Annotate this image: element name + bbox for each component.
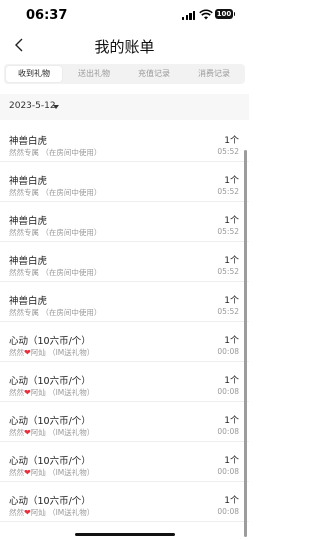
gift-name: 神兽白虎 xyxy=(9,216,48,227)
wifi-icon xyxy=(199,9,213,20)
gift-time: 05:52 xyxy=(217,147,239,156)
gift-time: 00:08 xyxy=(217,347,239,356)
list-item: 心动（10六币/个） 然然❤阿灿 （IM送礼物） 1个 00:08 xyxy=(0,442,249,482)
gift-time: 00:08 xyxy=(217,467,239,476)
gift-source: 然然专属 （在房间中使用） xyxy=(9,228,102,237)
heart-icon: ❤ xyxy=(24,508,31,517)
list-item: 神兽白虎 然然专属 （在房间中使用） 1个 05:52 xyxy=(0,162,249,202)
home-indicator xyxy=(75,533,175,536)
gift-source: 然然专属 （在房间中使用） xyxy=(9,308,102,317)
gift-time: 05:52 xyxy=(217,227,239,236)
gift-name: 心动（10六币/个） xyxy=(9,336,91,347)
gift-source: 然然❤阿灿 （IM送礼物） xyxy=(9,508,95,517)
tab-received-gifts[interactable]: 收到礼物 xyxy=(6,66,62,82)
gift-time: 05:52 xyxy=(217,267,239,276)
list-item: 心动（10六币/个） 然然❤阿灿 （IM送礼物） 1个 00:08 xyxy=(0,482,249,522)
status-bar: 06:37 100 xyxy=(0,0,249,30)
gift-time: 00:08 xyxy=(217,507,239,516)
list-item: 神兽白虎 然然专属 （在房间中使用） 1个 05:52 xyxy=(0,122,249,162)
gift-quantity: 1个 xyxy=(224,496,239,506)
list-item: 心动（10六币/个） 然然❤阿灿 （IM送礼物） 1个 00:08 xyxy=(0,362,249,402)
tab-sent-gifts[interactable]: 送出礼物 xyxy=(66,66,122,82)
records-list: 神兽白虎 然然专属 （在房间中使用） 1个 05:52 神兽白虎 然然专属 （在… xyxy=(0,122,249,522)
gift-quantity: 1个 xyxy=(224,176,239,186)
heart-icon: ❤ xyxy=(24,428,31,437)
gift-quantity: 1个 xyxy=(224,216,239,226)
gift-name: 神兽白虎 xyxy=(9,296,48,307)
cellular-signal-icon xyxy=(182,11,196,20)
list-item: 神兽白虎 然然专属 （在房间中使用） 1个 05:52 xyxy=(0,242,249,282)
battery-icon: 100 xyxy=(215,9,235,19)
gift-name: 心动（10六币/个） xyxy=(9,416,91,427)
gift-quantity: 1个 xyxy=(224,376,239,386)
status-time: 06:37 xyxy=(26,8,68,23)
heart-icon: ❤ xyxy=(24,468,31,477)
gift-source: 然然专属 （在房间中使用） xyxy=(9,268,102,277)
gift-time: 00:08 xyxy=(217,427,239,436)
list-item: 心动（10六币/个） 然然❤阿灿 （IM送礼物） 1个 00:08 xyxy=(0,322,249,362)
gift-name: 神兽白虎 xyxy=(9,176,48,187)
tab-recharge-records[interactable]: 充值记录 xyxy=(126,66,182,82)
gift-quantity: 1个 xyxy=(224,296,239,306)
gift-name: 神兽白虎 xyxy=(9,136,48,147)
scrollbar[interactable] xyxy=(244,150,247,537)
gift-time: 05:52 xyxy=(217,187,239,196)
gift-name: 心动（10六币/个） xyxy=(9,496,91,507)
gift-source: 然然❤阿灿 （IM送礼物） xyxy=(9,468,95,477)
gift-name: 心动（10六币/个） xyxy=(9,376,91,387)
date-label: 2023-5-12 xyxy=(9,101,56,111)
list-item: 心动（10六币/个） 然然❤阿灿 （IM送礼物） 1个 00:08 xyxy=(0,402,249,442)
gift-quantity: 1个 xyxy=(224,416,239,426)
list-item: 神兽白虎 然然专属 （在房间中使用） 1个 05:52 xyxy=(0,282,249,322)
tab-spending-records[interactable]: 消费记录 xyxy=(186,66,242,82)
date-filter[interactable]: 2023-5-12 xyxy=(0,94,249,120)
dropdown-caret-icon xyxy=(53,105,59,109)
gift-source: 然然❤阿灿 （IM送礼物） xyxy=(9,348,95,357)
page-title: 我的账单 xyxy=(94,38,155,56)
heart-icon: ❤ xyxy=(24,388,31,397)
nav-bar: 我的账单 xyxy=(0,30,249,62)
gift-time: 05:52 xyxy=(217,307,239,316)
gift-quantity: 1个 xyxy=(224,136,239,146)
heart-icon: ❤ xyxy=(24,348,31,357)
gift-source: 然然专属 （在房间中使用） xyxy=(9,188,102,197)
gift-quantity: 1个 xyxy=(224,336,239,346)
gift-quantity: 1个 xyxy=(224,456,239,466)
gift-name: 神兽白虎 xyxy=(9,256,48,267)
gift-source: 然然专属 （在房间中使用） xyxy=(9,148,102,157)
gift-name: 心动（10六币/个） xyxy=(9,456,91,467)
gift-time: 00:08 xyxy=(217,387,239,396)
gift-source: 然然❤阿灿 （IM送礼物） xyxy=(9,428,95,437)
tab-bar: 收到礼物 送出礼物 充值记录 消费记录 xyxy=(4,64,245,84)
list-item: 神兽白虎 然然专属 （在房间中使用） 1个 05:52 xyxy=(0,202,249,242)
gift-quantity: 1个 xyxy=(224,256,239,266)
gift-source: 然然❤阿灿 （IM送礼物） xyxy=(9,388,95,397)
